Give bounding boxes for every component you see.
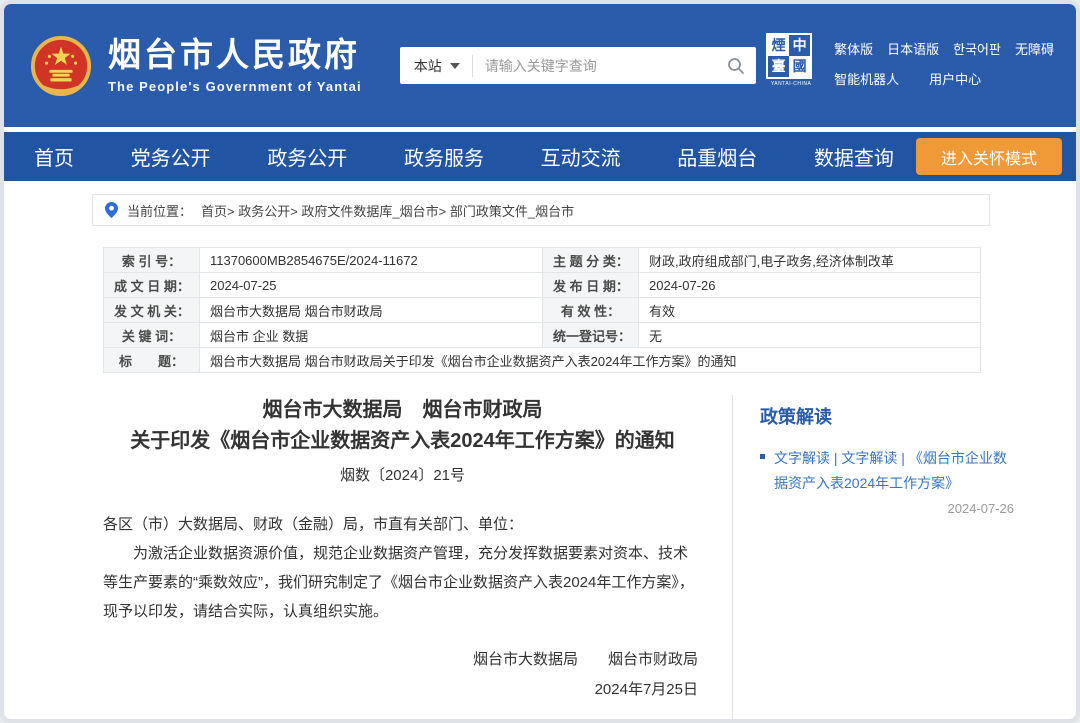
- table-row: 索 引 号： 11370600MB2854675E/2024-11672 主 题…: [104, 248, 981, 273]
- quick-links-row-1: 繁体版 日本语版 한국어판 无障碍: [834, 39, 1054, 58]
- document-salutation: 各区（市）大数据局、财政（金融）局，市直有关部门、单位：: [103, 511, 702, 540]
- link-accessibility[interactable]: 无障碍: [1015, 39, 1054, 58]
- list-item: 文字解读 | 文字解读 | 《烟台市企业数据资产入表2024年工作方案》: [760, 446, 1008, 495]
- search-scope-label: 本站: [414, 56, 442, 76]
- site-brand[interactable]: 烟台市人民政府 The People's Government of Yanta…: [30, 34, 362, 98]
- bullet-icon: [760, 454, 765, 459]
- table-row: 关 键 词： 烟台市 企业 数据 统一登记号： 无: [104, 323, 981, 348]
- yantai-china-seal: 煙 中 臺 國 YANTAI-CHINA: [766, 33, 816, 87]
- policy-interpretation-link[interactable]: 文字解读 | 文字解读 | 《烟台市企业数据资产入表2024年工作方案》: [774, 446, 1008, 495]
- seal-caption: YANTAI-CHINA: [766, 81, 816, 87]
- document-body: 各区（市）大数据局、财政（金融）局，市直有关部门、单位： 为激活企业数据资源价值…: [103, 511, 702, 627]
- nav-items: 首页 党务公开 政务公开 政务服务 互动交流 品重烟台 数据查询: [34, 142, 894, 171]
- site-subtitle: The People's Government of Yantai: [108, 79, 362, 94]
- meta-value-validity: 有效: [639, 298, 981, 323]
- sidebar-heading: 政策解读: [760, 403, 1008, 429]
- link-user-center[interactable]: 用户中心: [929, 69, 981, 88]
- nav-item-gov-affairs[interactable]: 政务公开: [267, 142, 347, 171]
- meta-label-keywords: 关 键 词：: [104, 323, 200, 348]
- meta-value-title: 烟台市大数据局 烟台市财政局关于印发《烟台市企业数据资产入表2024年工作方案》…: [200, 348, 981, 373]
- document-paragraph: 为激活企业数据资源价值，规范企业数据资产管理，充分发挥数据要素对资本、技术等生产…: [103, 540, 702, 627]
- meta-label-validity: 有 效 性：: [543, 298, 639, 323]
- site-header: 烟台市人民政府 The People's Government of Yanta…: [4, 4, 1076, 127]
- search-scope-select[interactable]: 本站: [400, 56, 472, 76]
- nav-item-home[interactable]: 首页: [34, 142, 74, 171]
- document-meta-table: 索 引 号： 11370600MB2854675E/2024-11672 主 题…: [103, 247, 981, 373]
- breadcrumb-path[interactable]: 首页> 政务公开> 政府文件数据库_烟台市> 部门政策文件_烟台市: [201, 201, 574, 220]
- meta-value-keywords: 烟台市 企业 数据: [200, 323, 543, 348]
- search-button[interactable]: [716, 57, 756, 75]
- document-title: 烟台市大数据局 烟台市财政局 关于印发《烟台市企业数据资产入表2024年工作方案…: [103, 395, 702, 457]
- policy-interpretation-date: 2024-07-26: [774, 501, 1014, 516]
- seal-char: 臺: [768, 56, 789, 77]
- document-title-line1: 烟台市大数据局 烟台市财政局: [103, 395, 702, 426]
- page-frame: 烟台市人民政府 The People's Government of Yanta…: [0, 0, 1080, 723]
- header-right-panel: 煙 中 臺 國 YANTAI-CHINA 繁体版 日本语版 한국어판 无障碍: [766, 33, 1054, 99]
- table-row: 标 题： 烟台市大数据局 烟台市财政局关于印发《烟台市企业数据资产入表2024年…: [104, 348, 981, 373]
- search-icon: [727, 57, 745, 75]
- meta-value-index-no: 11370600MB2854675E/2024-11672: [200, 248, 543, 273]
- meta-value-registration-no: 无: [639, 323, 981, 348]
- nav-item-party-affairs[interactable]: 党务公开: [131, 142, 211, 171]
- main-navbar: 首页 党务公开 政务公开 政务服务 互动交流 品重烟台 数据查询 进入关怀模式: [4, 132, 1076, 181]
- link-chatbot[interactable]: 智能机器人: [834, 69, 899, 88]
- document-area: 烟台市大数据局 烟台市财政局 关于印发《烟台市企业数据资产入表2024年工作方案…: [103, 395, 1076, 719]
- meta-label-written-date: 成 文 日 期：: [104, 273, 200, 298]
- document-main: 烟台市大数据局 烟台市财政局 关于印发《烟台市企业数据资产入表2024年工作方案…: [103, 395, 732, 719]
- chevron-down-icon: [450, 63, 460, 69]
- seal-char: 國: [789, 56, 810, 77]
- link-traditional-chinese[interactable]: 繁体版: [834, 39, 873, 58]
- table-row: 成 文 日 期： 2024-07-25 发 布 日 期： 2024-07-26: [104, 273, 981, 298]
- document-signature: 烟台市大数据局 烟台市财政局 2024年7月25日: [103, 645, 702, 705]
- search-box: 本站: [400, 47, 756, 84]
- search-input[interactable]: [473, 58, 716, 74]
- seal-char: 中: [789, 35, 810, 56]
- breadcrumb-label: 当前位置：: [127, 201, 192, 220]
- meta-label-issuing-agency: 发 文 机 关：: [104, 298, 200, 323]
- meta-value-written-date: 2024-07-25: [200, 273, 543, 298]
- site-title-block: 烟台市人民政府 The People's Government of Yanta…: [108, 37, 362, 93]
- national-emblem-icon: [30, 34, 92, 98]
- document-number: 烟数〔2024〕21号: [103, 464, 702, 485]
- seal-logo-icon: 煙 中 臺 國: [766, 33, 812, 79]
- seal-char: 煙: [768, 35, 789, 56]
- breadcrumb: 当前位置： 首页> 政务公开> 政府文件数据库_烟台市> 部门政策文件_烟台市: [92, 194, 990, 226]
- meta-label-title: 标 题：: [104, 348, 200, 373]
- meta-label-topic: 主 题 分 类：: [543, 248, 639, 273]
- quick-links: 繁体版 日本语版 한국어판 无障碍 智能机器人 用户中心: [834, 33, 1054, 99]
- nav-item-gov-services[interactable]: 政务服务: [404, 142, 484, 171]
- meta-value-topic: 财政,政府组成部门,电子政务,经济体制改革: [639, 248, 981, 273]
- link-japanese[interactable]: 日本语版: [887, 39, 939, 58]
- document-title-line2: 关于印发《烟台市企业数据资产入表2024年工作方案》的通知: [103, 426, 702, 457]
- care-mode-button[interactable]: 进入关怀模式: [916, 138, 1062, 175]
- meta-value-publish-date: 2024-07-26: [639, 273, 981, 298]
- quick-links-row-2: 智能机器人 用户中心: [834, 69, 1054, 88]
- policy-interpretation-sidebar: 政策解读 文字解读 | 文字解读 | 《烟台市企业数据资产入表2024年工作方案…: [732, 395, 1008, 719]
- nav-item-data-query[interactable]: 数据查询: [814, 142, 894, 171]
- nav-item-interaction[interactable]: 互动交流: [541, 142, 621, 171]
- meta-label-publish-date: 发 布 日 期：: [543, 273, 639, 298]
- meta-label-registration-no: 统一登记号：: [543, 323, 639, 348]
- document-sign-date: 2024年7月25日: [103, 675, 698, 705]
- nav-item-brand-yantai[interactable]: 品重烟台: [677, 142, 757, 171]
- page: 烟台市人民政府 The People's Government of Yanta…: [4, 4, 1076, 719]
- location-pin-icon: [105, 202, 118, 218]
- document-signer: 烟台市大数据局 烟台市财政局: [103, 645, 698, 675]
- meta-label-index-no: 索 引 号：: [104, 248, 200, 273]
- link-korean[interactable]: 한국어판: [953, 39, 1001, 58]
- site-title: 烟台市人民政府: [108, 37, 362, 73]
- table-row: 发 文 机 关： 烟台市大数据局 烟台市财政局 有 效 性： 有效: [104, 298, 981, 323]
- meta-value-issuing-agency: 烟台市大数据局 烟台市财政局: [200, 298, 543, 323]
